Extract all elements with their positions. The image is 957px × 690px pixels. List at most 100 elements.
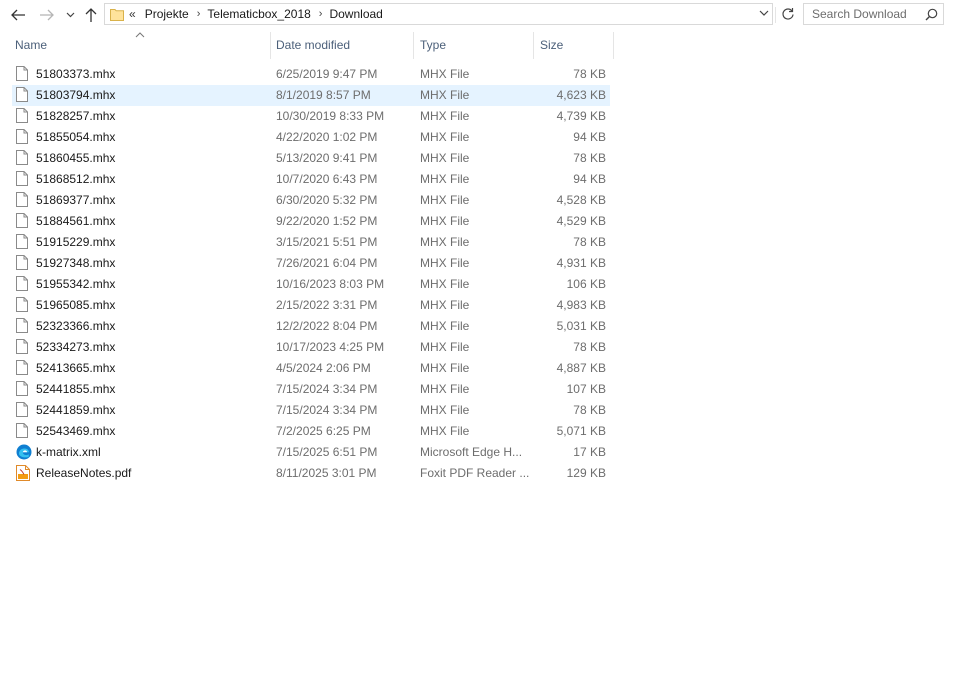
- file-date-modified: 5/13/2020 9:41 PM: [276, 151, 378, 165]
- file-date-modified: 10/30/2019 8:33 PM: [276, 109, 385, 123]
- file-date-modified: 12/2/2022 8:04 PM: [276, 319, 378, 333]
- file-icon: [16, 129, 32, 146]
- file-row[interactable]: 52334273.mhx 10/17/2023 4:25 PM MHX File 78…: [12, 337, 610, 358]
- file-size: 94 KB: [573, 130, 606, 144]
- breadcrumb-separator-icon[interactable]: ›: [319, 8, 323, 20]
- search-box[interactable]: [803, 3, 944, 25]
- file-date-modified: 10/16/2023 8:03 PM: [276, 277, 385, 291]
- file-size: 5,031 KB: [556, 319, 606, 333]
- file-row[interactable]: 52543469.mhx 7/2/2025 6:25 PM MHX File 5,07…: [12, 421, 610, 442]
- file-row[interactable]: 51965085.mhx 2/15/2022 3:31 PM MHX File 4,9…: [12, 295, 610, 316]
- file-type: MHX File: [420, 151, 470, 165]
- breadcrumb-separator-icon[interactable]: ›: [197, 8, 201, 20]
- file-name: 51955342.mhx: [36, 277, 116, 291]
- file-date-modified: 6/25/2019 9:47 PM: [276, 67, 378, 81]
- file-type: MHX File: [420, 340, 470, 354]
- file-row[interactable]: 51828257.mhx 10/30/2019 8:33 PM MHX File 4,…: [12, 106, 610, 127]
- forward-button[interactable]: [37, 4, 57, 26]
- file-name: ReleaseNotes.pdf: [36, 466, 132, 480]
- arrow-up-icon: [85, 8, 97, 22]
- file-type: MHX File: [420, 235, 470, 249]
- file-name: 51803794.mhx: [36, 88, 116, 102]
- search-input[interactable]: [804, 4, 930, 24]
- file-size: 94 KB: [573, 172, 606, 186]
- file-name: 52334273.mhx: [36, 340, 116, 354]
- breadcrumb-item-download[interactable]: Download: [327, 7, 388, 21]
- file-row[interactable]: 51803373.mhx 6/25/2019 9:47 PM MHX File 78 …: [12, 64, 610, 85]
- file-row[interactable]: ReleaseNotes.pdf 8/11/2025 3:01 PM Foxit P…: [12, 463, 610, 484]
- file-icon: [16, 276, 32, 293]
- column-header-date-modified[interactable]: Date modified: [276, 32, 408, 59]
- file-row[interactable]: 51927348.mhx 7/26/2021 6:04 PM MHX File 4,9…: [12, 253, 610, 274]
- file-size: 5,071 KB: [556, 424, 606, 438]
- file-date-modified: 4/5/2024 2:06 PM: [276, 361, 371, 375]
- back-button[interactable]: [8, 4, 28, 26]
- file-row[interactable]: 52441859.mhx 7/15/2024 3:34 PM MHX File 78 …: [12, 400, 610, 421]
- breadcrumb-item-projekte[interactable]: Projekte: [143, 7, 195, 21]
- navigation-bar: « Projekte › Telematicbox_2018 › Downloa…: [0, 0, 957, 30]
- file-name: 51855054.mhx: [36, 130, 116, 144]
- file-row[interactable]: 52413665.mhx 4/5/2024 2:06 PM MHX File 4,88…: [12, 358, 610, 379]
- file-row[interactable]: 51884561.mhx 9/22/2020 1:52 PM MHX File 4,5…: [12, 211, 610, 232]
- address-bar[interactable]: « Projekte › Telematicbox_2018 › Downloa…: [104, 3, 794, 25]
- address-dropdown-icon[interactable]: [759, 10, 769, 17]
- search-icon[interactable]: [925, 8, 938, 21]
- arrow-left-icon: [11, 9, 25, 21]
- column-divider[interactable]: [270, 32, 271, 59]
- breadcrumb-overflow[interactable]: «: [129, 7, 136, 21]
- file-row[interactable]: 51955342.mhx 10/16/2023 8:03 PM MHX File 10…: [12, 274, 610, 295]
- file-date-modified: 6/30/2020 5:32 PM: [276, 193, 378, 207]
- file-icon: [16, 381, 32, 398]
- file-row[interactable]: 51868512.mhx 10/7/2020 6:43 PM MHX File 94 …: [12, 169, 610, 190]
- file-size: 78 KB: [573, 67, 606, 81]
- file-name: 51915229.mhx: [36, 235, 116, 249]
- column-header-size[interactable]: Size: [540, 32, 610, 59]
- file-date-modified: 9/22/2020 1:52 PM: [276, 214, 378, 228]
- file-name: 51927348.mhx: [36, 256, 116, 270]
- file-row[interactable]: 51915229.mhx 3/15/2021 5:51 PM MHX File 78 …: [12, 232, 610, 253]
- file-type: MHX File: [420, 67, 470, 81]
- file-name: 52441855.mhx: [36, 382, 116, 396]
- chevron-down-icon: [66, 12, 74, 18]
- file-name: 52323366.mhx: [36, 319, 116, 333]
- file-name: 51884561.mhx: [36, 214, 116, 228]
- file-size: 4,739 KB: [556, 109, 606, 123]
- column-divider[interactable]: [413, 32, 414, 59]
- file-size: 78 KB: [573, 235, 606, 249]
- file-type: MHX File: [420, 88, 470, 102]
- file-row[interactable]: 52323366.mhx 12/2/2022 8:04 PM MHX File 5,0…: [12, 316, 610, 337]
- refresh-icon[interactable]: [781, 7, 795, 21]
- file-date-modified: 10/17/2023 4:25 PM: [276, 340, 385, 354]
- file-date-modified: 10/7/2020 6:43 PM: [276, 172, 378, 186]
- recent-locations-button[interactable]: [63, 4, 77, 26]
- breadcrumb-item-telematicbox[interactable]: Telematicbox_2018: [205, 7, 316, 21]
- up-button[interactable]: [82, 4, 100, 26]
- column-header-name[interactable]: Name: [15, 32, 265, 59]
- file-name: 51965085.mhx: [36, 298, 116, 312]
- file-size: 78 KB: [573, 403, 606, 417]
- file-icon: [16, 255, 32, 272]
- file-icon: [16, 339, 32, 356]
- file-size: 4,529 KB: [556, 214, 606, 228]
- column-header-type[interactable]: Type: [420, 32, 528, 59]
- file-row[interactable]: 52441855.mhx 7/15/2024 3:34 PM MHX File 107…: [12, 379, 610, 400]
- file-icon: [16, 87, 32, 104]
- file-size: 4,887 KB: [556, 361, 606, 375]
- file-name: k-matrix.xml: [36, 445, 101, 459]
- file-row[interactable]: k-matrix.xml 7/15/2025 6:51 PM Microsoft E…: [12, 442, 610, 463]
- file-type: Foxit PDF Reader ...: [420, 466, 530, 480]
- file-row[interactable]: 51855054.mhx 4/22/2020 1:02 PM MHX File 94 …: [12, 127, 610, 148]
- file-name: 51868512.mhx: [36, 172, 116, 186]
- file-row[interactable]: 51860455.mhx 5/13/2020 9:41 PM MHX File 78 …: [12, 148, 610, 169]
- file-size: 78 KB: [573, 340, 606, 354]
- file-icon: [16, 213, 32, 230]
- column-divider[interactable]: [613, 32, 614, 59]
- file-row[interactable]: 51869377.mhx 6/30/2020 5:32 PM MHX File 4,5…: [12, 190, 610, 211]
- file-size: 129 KB: [566, 466, 606, 480]
- file-date-modified: 8/1/2019 8:57 PM: [276, 88, 371, 102]
- arrow-right-icon: [40, 9, 54, 21]
- file-size: 4,528 KB: [556, 193, 606, 207]
- column-divider[interactable]: [533, 32, 534, 59]
- file-row[interactable]: 51803794.mhx 8/1/2019 8:57 PM MHX File 4,62…: [12, 85, 610, 106]
- file-type: MHX File: [420, 361, 470, 375]
